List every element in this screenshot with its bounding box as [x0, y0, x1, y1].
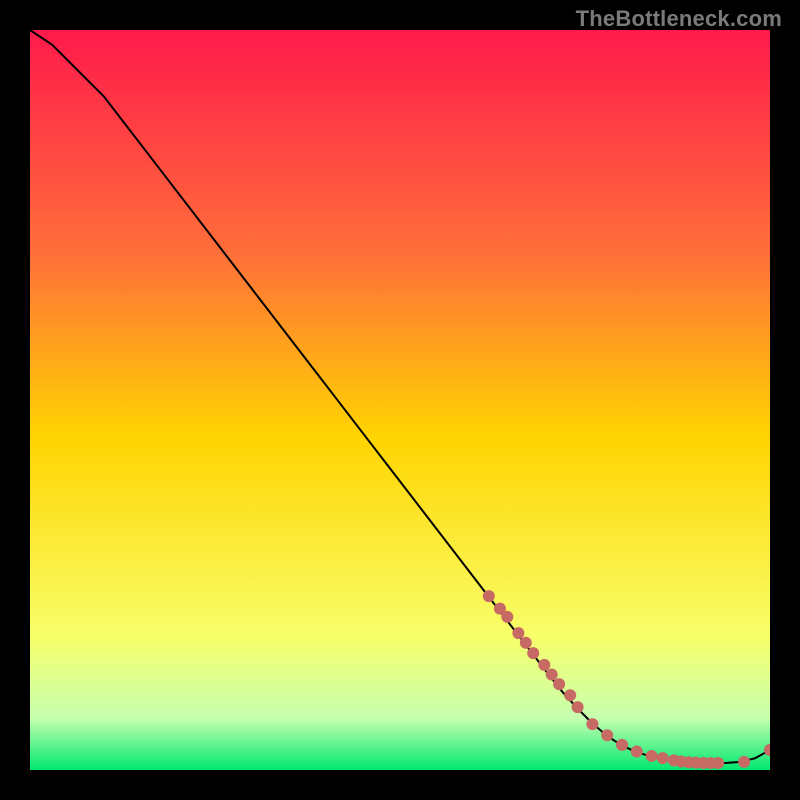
data-point — [764, 744, 770, 756]
watermark-text: TheBottleneck.com — [576, 6, 782, 32]
bottleneck-curve — [30, 30, 770, 763]
data-point — [553, 678, 565, 690]
data-point — [483, 590, 495, 602]
chart-frame: { "watermark": "TheBottleneck.com", "col… — [0, 0, 800, 800]
data-point — [527, 647, 539, 659]
data-point — [738, 756, 750, 768]
data-point — [520, 637, 532, 649]
data-point — [631, 746, 643, 758]
data-point — [546, 669, 558, 681]
data-point — [616, 739, 628, 751]
scatter-group — [483, 590, 770, 769]
data-point — [646, 750, 658, 762]
data-point — [601, 729, 613, 741]
data-point — [564, 689, 576, 701]
data-point — [657, 752, 669, 764]
data-point — [586, 718, 598, 730]
data-point — [512, 627, 524, 639]
plot-area — [30, 30, 770, 770]
chart-svg — [30, 30, 770, 770]
data-point — [572, 701, 584, 713]
data-point — [501, 611, 513, 623]
data-point — [712, 757, 724, 769]
data-point — [538, 659, 550, 671]
